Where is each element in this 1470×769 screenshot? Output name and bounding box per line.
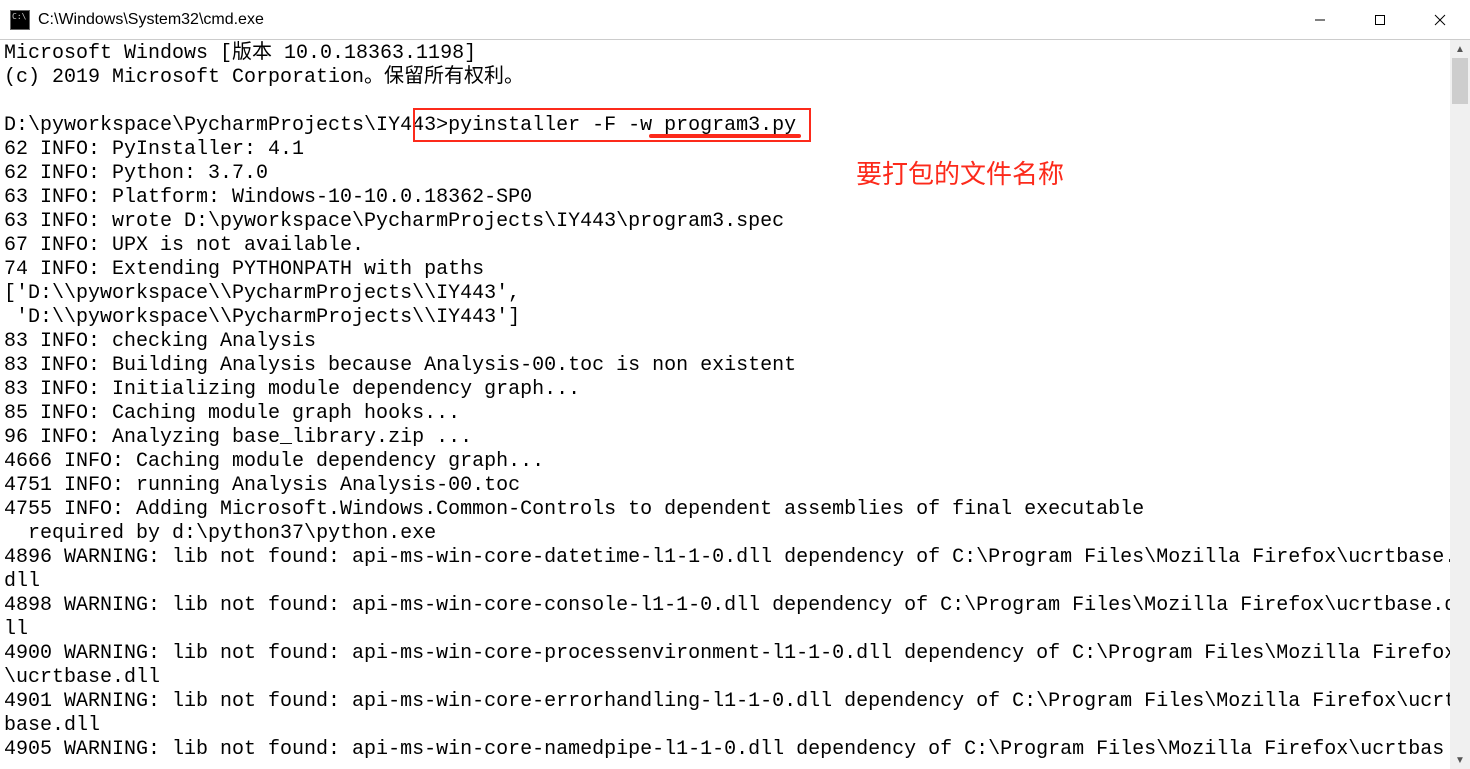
terminal-line: Microsoft Windows [版本 10.0.18363.1198] xyxy=(4,42,476,65)
terminal-line: 4901 WARNING: lib not found: api-ms-win-… xyxy=(4,690,1456,737)
scroll-up-icon[interactable]: ▲ xyxy=(1450,40,1470,58)
terminal-line: required by d:\python37\python.exe xyxy=(4,522,436,545)
titlebar[interactable]: C:\Windows\System32\cmd.exe xyxy=(0,0,1470,40)
terminal-line: 4898 WARNING: lib not found: api-ms-win-… xyxy=(4,594,1456,641)
minimize-icon xyxy=(1314,14,1326,26)
terminal-line: 4666 INFO: Caching module dependency gra… xyxy=(4,450,544,473)
terminal-line: 4751 INFO: running Analysis Analysis-00.… xyxy=(4,474,520,497)
terminal-line: 74 INFO: Extending PYTHONPATH with paths xyxy=(4,258,484,281)
cmd-icon xyxy=(10,10,30,30)
terminal-line: 62 INFO: PyInstaller: 4.1 xyxy=(4,138,304,161)
terminal-line: 4896 WARNING: lib not found: api-ms-win-… xyxy=(4,546,1456,593)
terminal-line: 63 INFO: Platform: Windows-10-10.0.18362… xyxy=(4,186,532,209)
scroll-thumb[interactable] xyxy=(1452,58,1468,104)
close-button[interactable] xyxy=(1410,0,1470,40)
terminal-line: 4755 INFO: Adding Microsoft.Windows.Comm… xyxy=(4,498,1144,521)
terminal-line: 85 INFO: Caching module graph hooks... xyxy=(4,402,460,425)
terminal-command: pyinstaller -F -w program3.py xyxy=(448,114,796,137)
terminal-prompt: D:\pyworkspace\PycharmProjects\IY443> xyxy=(4,114,448,137)
terminal-line: 4905 WARNING: lib not found: api-ms-win-… xyxy=(4,738,1444,761)
minimize-button[interactable] xyxy=(1290,0,1350,40)
terminal-line: 83 INFO: Building Analysis because Analy… xyxy=(4,354,796,377)
terminal-line: 'D:\\pyworkspace\\PycharmProjects\\IY443… xyxy=(4,306,520,329)
window-title: C:\Windows\System32\cmd.exe xyxy=(38,11,264,29)
terminal-line: 83 INFO: checking Analysis xyxy=(4,330,316,353)
terminal-line: ['D:\\pyworkspace\\PycharmProjects\\IY44… xyxy=(4,282,520,305)
terminal-output[interactable]: Microsoft Windows [版本 10.0.18363.1198] (… xyxy=(0,40,1470,769)
terminal-line: 83 INFO: Initializing module dependency … xyxy=(4,378,580,401)
scrollbar[interactable]: ▲ ▼ xyxy=(1450,40,1470,769)
window-controls xyxy=(1290,0,1470,40)
close-icon xyxy=(1434,14,1446,26)
maximize-button[interactable] xyxy=(1350,0,1410,40)
terminal-line: 62 INFO: Python: 3.7.0 xyxy=(4,162,268,185)
maximize-icon xyxy=(1374,14,1386,26)
scroll-down-icon[interactable]: ▼ xyxy=(1450,751,1470,769)
terminal-line: (c) 2019 Microsoft Corporation。保留所有权利。 xyxy=(4,66,524,89)
terminal-line: 4900 WARNING: lib not found: api-ms-win-… xyxy=(4,642,1456,689)
terminal-line: 67 INFO: UPX is not available. xyxy=(4,234,364,257)
terminal-line: 63 INFO: wrote D:\pyworkspace\PycharmPro… xyxy=(4,210,784,233)
terminal-line: 96 INFO: Analyzing base_library.zip ... xyxy=(4,426,472,449)
